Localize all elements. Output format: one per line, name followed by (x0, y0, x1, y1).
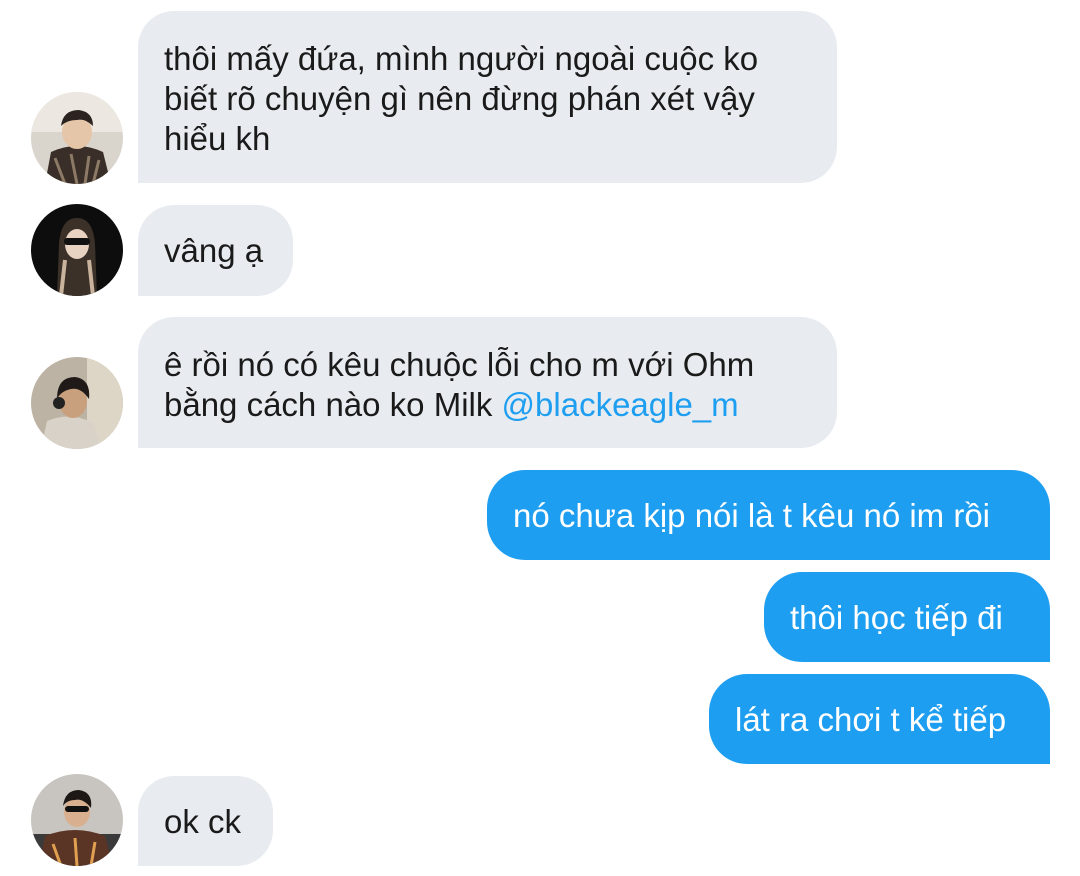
message-text-line: lát ra chơi t kể tiếp (735, 701, 1007, 738)
message-text-line: ê rồi nó có kêu chuộc lỗi cho m với Ohm (164, 346, 755, 383)
message-text-line: thôi học tiếp đi (790, 599, 1003, 636)
message-bubble-outgoing[interactable]: lát ra chơi t kể tiếp (709, 674, 1050, 764)
message-text: bằng cách nào ko Milk (164, 386, 493, 423)
message-bubble-incoming[interactable]: vâng ạ (138, 205, 293, 296)
message-text-line: hiểu kh (164, 120, 271, 157)
message-bubble-incoming[interactable]: ê rồi nó có kêu chuộc lỗi cho m với Ohm … (138, 317, 837, 448)
message-text-line: vâng ạ (164, 232, 264, 269)
message-bubble-incoming[interactable]: ok ck (138, 776, 273, 866)
chat-thread: thôi mấy đứa, mình người ngoài cuộc ko b… (0, 0, 1080, 876)
user-avatar-1-icon[interactable] (31, 92, 123, 184)
message-text-line: ok ck (164, 803, 242, 840)
message-bubble-outgoing[interactable]: nó chưa kịp nói là t kêu nó im rồi (487, 470, 1050, 560)
mention-link[interactable]: @blackeagle_m (502, 386, 739, 423)
user-avatar-4-icon[interactable] (31, 774, 123, 866)
message-text-line: thôi mấy đứa, mình người ngoài cuộc ko (164, 40, 759, 77)
message-text-line: biết rõ chuyện gì nên đừng phán xét vậy (164, 80, 755, 117)
message-bubble-incoming[interactable]: thôi mấy đứa, mình người ngoài cuộc ko b… (138, 11, 837, 183)
user-avatar-3-icon[interactable] (31, 357, 123, 449)
user-avatar-2-icon[interactable] (31, 204, 123, 296)
message-text-line: bằng cách nào ko Milk @blackeagle_m (164, 385, 811, 425)
message-text-line: nó chưa kịp nói là t kêu nó im rồi (513, 497, 991, 534)
message-bubble-outgoing[interactable]: thôi học tiếp đi (764, 572, 1050, 662)
